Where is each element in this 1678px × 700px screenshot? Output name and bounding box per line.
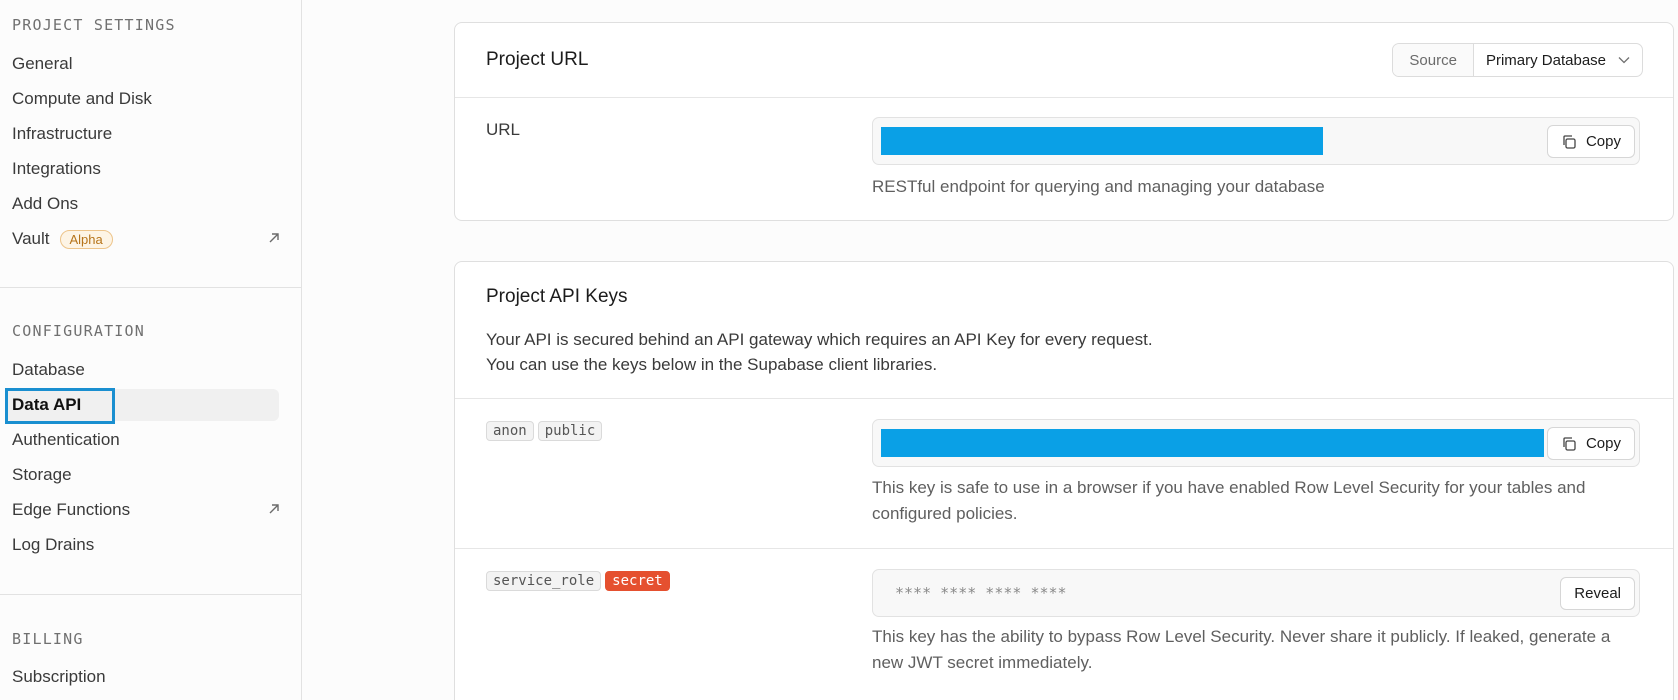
section-title-billing: BILLING (12, 630, 84, 648)
section-title-project-settings: PROJECT SETTINGS (12, 16, 176, 34)
redacted-anon-key (881, 429, 1544, 457)
service-role-tag: service_role (486, 571, 602, 591)
anon-key-tags: anon public (486, 421, 606, 441)
source-value: Primary Database (1485, 51, 1606, 69)
sidebar-item-label: Compute and Disk (12, 89, 152, 108)
redacted-url-value (881, 127, 1323, 155)
service-role-help-text: This key has the ability to bypass Row L… (872, 627, 1611, 672)
sidebar-divider (0, 287, 302, 288)
anon-key-field[interactable]: Copy (872, 419, 1640, 467)
sidebar-item-label: Edge Functions (12, 500, 131, 519)
sidebar-item-subscription[interactable]: Subscription (12, 661, 286, 693)
settings-sidebar: PROJECT SETTINGS General Compute and Dis… (0, 0, 302, 700)
source-selector[interactable]: Source Primary Database (1392, 43, 1643, 77)
sidebar-item-infrastructure[interactable]: Infrastructure (12, 118, 286, 150)
api-keys-description-line2: You can use the keys below in the Supaba… (486, 355, 938, 374)
sidebar-item-label: Subscription (12, 667, 106, 686)
url-field[interactable]: Copy (872, 117, 1640, 165)
copy-icon (1563, 134, 1576, 149)
row-divider (455, 548, 1673, 549)
sidebar-item-compute-and-disk[interactable]: Compute and Disk (12, 83, 286, 115)
project-url-title: Project URL (486, 49, 589, 70)
sidebar-item-label: Database (12, 360, 85, 379)
project-url-card: Project URL Source Primary Database URL … (454, 22, 1674, 221)
copy-label: Copy (1585, 133, 1621, 150)
public-tag: public (537, 421, 603, 441)
sidebar-item-label: General (12, 54, 73, 73)
sidebar-item-database[interactable]: Database (12, 354, 286, 386)
api-keys-description-line1: Your API is secured behind an API gatewa… (486, 330, 1153, 349)
sidebar-item-edge-functions[interactable]: Edge Functions (12, 494, 286, 526)
sidebar-item-add-ons[interactable]: Add Ons (12, 188, 286, 220)
sidebar-item-storage[interactable]: Storage (12, 459, 286, 491)
copy-url-button[interactable]: Copy (1546, 125, 1635, 158)
url-label: URL (486, 120, 521, 139)
row-divider (455, 398, 1673, 399)
api-keys-title: Project API Keys (486, 286, 628, 307)
copy-anon-key-button[interactable]: Copy (1546, 427, 1635, 460)
sidebar-item-label: Authentication (12, 430, 120, 449)
copy-label: Copy (1585, 435, 1621, 452)
source-dropdown[interactable]: Primary Database (1474, 44, 1642, 76)
chevron-down-icon (1618, 57, 1630, 64)
sidebar-item-label: Integrations (12, 159, 101, 178)
sidebar-item-general[interactable]: General (12, 48, 286, 80)
sidebar-item-label: Storage (12, 465, 72, 484)
source-label: Source (1393, 44, 1474, 76)
service-role-key-field[interactable]: **** **** **** **** Reveal (872, 569, 1640, 617)
section-title-configuration: CONFIGURATION (12, 322, 145, 340)
reveal-button[interactable]: Reveal (1560, 577, 1635, 610)
reveal-label: Reveal (1574, 585, 1621, 602)
sidebar-item-label: Add Ons (12, 194, 79, 213)
anon-tag: anon (486, 421, 534, 441)
sidebar-item-data-api[interactable]: Data API (5, 389, 279, 421)
alpha-badge: Alpha (59, 229, 113, 249)
app-window: PROJECT SETTINGS General Compute and Dis… (0, 0, 1678, 700)
sidebar-item-label: Data API (12, 395, 82, 414)
sidebar-item-authentication[interactable]: Authentication (12, 424, 286, 456)
sidebar-divider (0, 594, 302, 595)
masked-service-role-key: **** **** **** **** (895, 584, 1067, 602)
sidebar-item-log-drains[interactable]: Log Drains (12, 529, 286, 561)
copy-icon (1563, 436, 1576, 451)
external-link-icon (269, 504, 279, 514)
sidebar-item-label: Vault (12, 229, 50, 248)
external-link-icon (269, 233, 279, 243)
sidebar-item-label: Log Drains (12, 535, 95, 554)
api-keys-card: Project API Keys Your API is secured beh… (454, 261, 1674, 700)
service-role-tags: service_role secret (486, 571, 674, 591)
url-help-text: RESTful endpoint for querying and managi… (872, 177, 1325, 196)
anon-key-help-text: This key is safe to use in a browser if … (872, 478, 1586, 523)
sidebar-item-label: Infrastructure (12, 124, 113, 143)
sidebar-item-vault[interactable]: Vault Alpha (12, 223, 286, 255)
sidebar-item-integrations[interactable]: Integrations (12, 153, 286, 185)
secret-tag: secret (605, 571, 670, 591)
row-divider (455, 97, 1673, 98)
